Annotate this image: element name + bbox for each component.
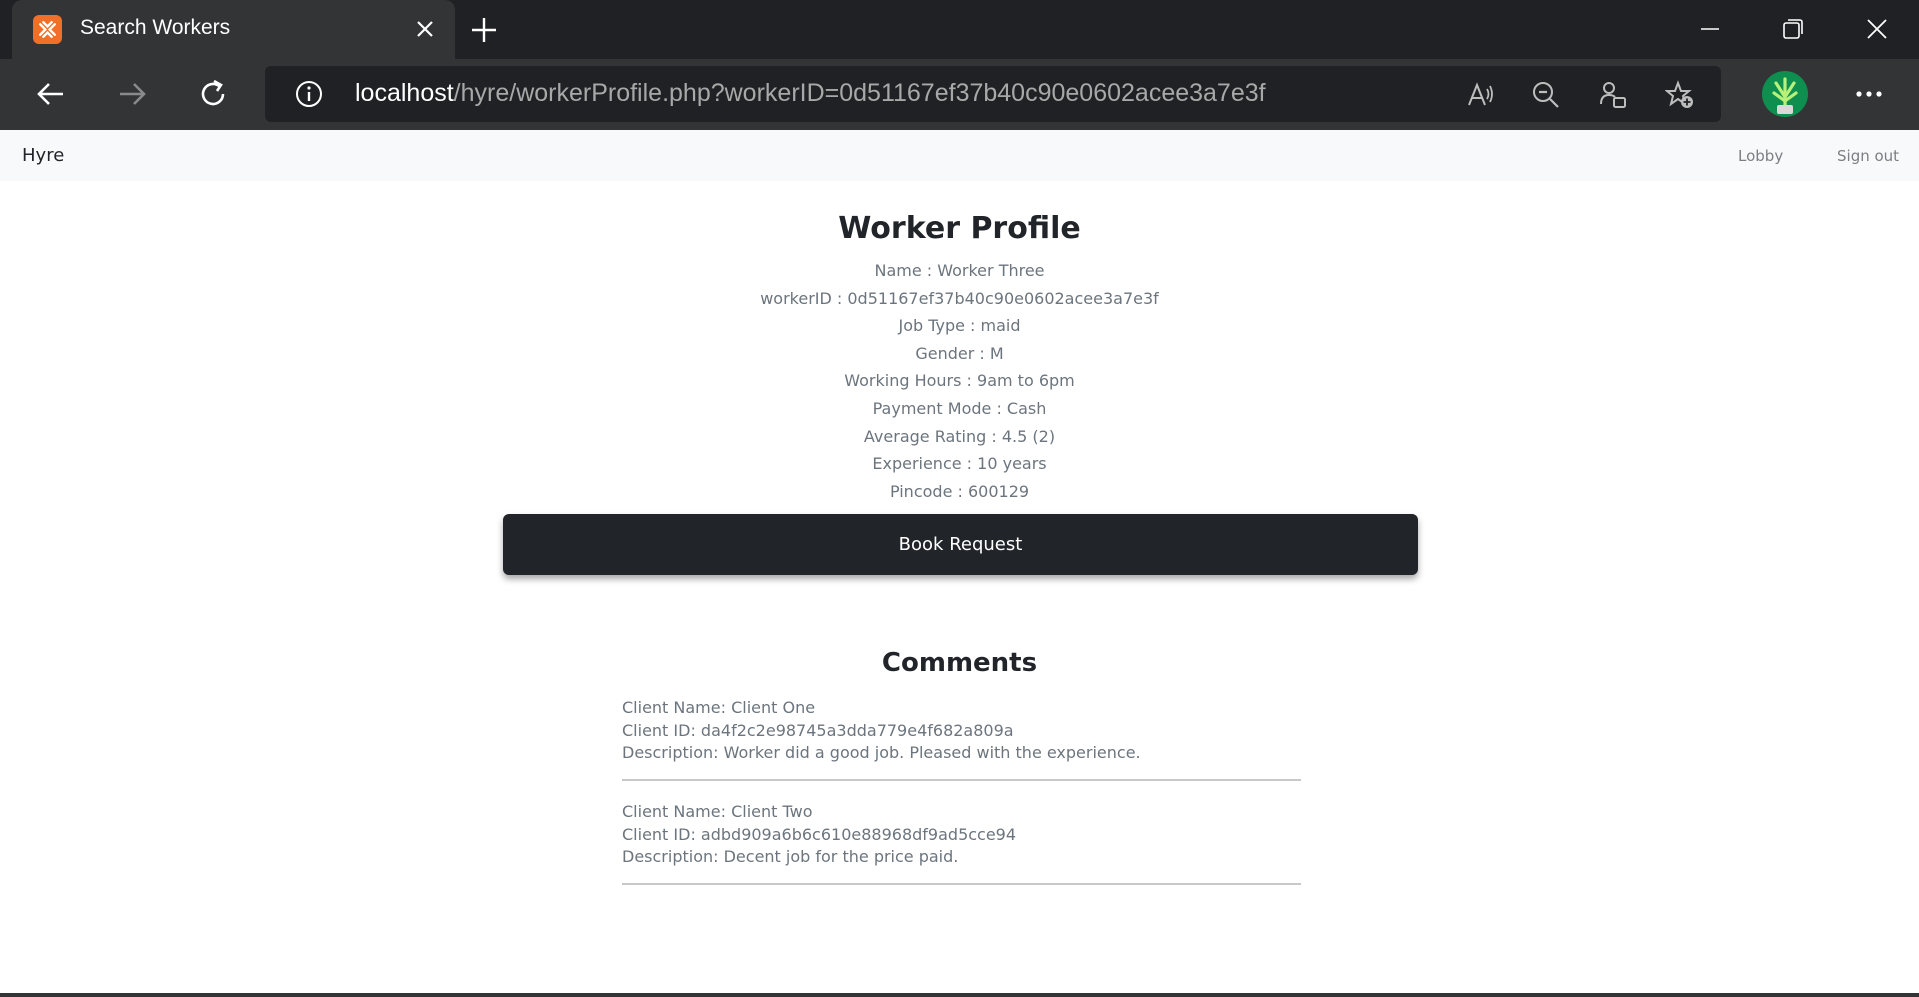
comment-client-id: Client ID: adbd909a6b6c610e88968df9ad5cc…: [622, 824, 1017, 844]
zoom-out-icon[interactable]: [1531, 80, 1561, 110]
field-gender: Gender : M: [915, 343, 1004, 363]
url-text[interactable]: localhost/hyre/workerProfile.php?workerI…: [355, 79, 1266, 108]
browser-tab-strip: Search Workers: [0, 0, 1919, 59]
comments-heading: Comments: [881, 648, 1038, 678]
add-favorite-icon[interactable]: [1665, 80, 1695, 110]
plant-avatar-icon: [1772, 77, 1798, 114]
url-path: /hyre/workerProfile.php?workerID=0d51167…: [453, 79, 1266, 107]
site-info-icon[interactable]: [295, 80, 323, 108]
page-bottom-edge: [0, 993, 1919, 997]
browser-toolbar: localhost/hyre/workerProfile.php?workerI…: [0, 59, 1919, 130]
forward-arrow-icon[interactable]: [114, 76, 150, 112]
back-arrow-icon[interactable]: [33, 76, 69, 112]
url-host: localhost: [355, 79, 454, 107]
field-pincode: Pincode : 600129: [889, 481, 1030, 501]
page-title: Worker Profile: [838, 211, 1081, 246]
close-tab-icon[interactable]: [412, 16, 438, 42]
field-name: Name : Worker Three: [874, 261, 1045, 280]
nav-link-sign-out[interactable]: Sign out: [1837, 147, 1899, 165]
field-experience: Experience : 10 years: [872, 454, 1047, 474]
comment-item: Client Name: Client One Client ID: da4f2…: [622, 697, 1301, 781]
restore-icon[interactable]: [1780, 16, 1806, 42]
comment-description: Description: Decent job for the price pa…: [622, 847, 959, 866]
field-payment-mode: Payment Mode : Cash: [872, 398, 1047, 418]
field-working-hours: Working Hours : 9am to 6pm: [844, 371, 1075, 391]
read-aloud-icon[interactable]: [1465, 80, 1495, 110]
brand-link[interactable]: Hyre: [22, 145, 64, 166]
collections-icon[interactable]: [1598, 80, 1628, 110]
xampp-favicon-icon: [33, 15, 62, 44]
browser-tab[interactable]: Search Workers: [12, 0, 455, 59]
profile-avatar[interactable]: [1762, 71, 1808, 117]
book-request-button[interactable]: Book Request: [503, 514, 1418, 575]
tab-title: Search Workers: [80, 16, 231, 39]
new-tab-icon[interactable]: [468, 14, 500, 46]
address-bar[interactable]: localhost/hyre/workerProfile.php?workerI…: [265, 66, 1721, 122]
comment-item: Client Name: Client Two Client ID: adbd9…: [622, 801, 1301, 885]
field-average-rating: Average Rating : 4.5 (2): [863, 426, 1056, 446]
site-navbar: Hyre Lobby Sign out: [0, 130, 1919, 181]
worker-profile-section: Worker Profile Name : Worker Three worke…: [0, 207, 1919, 505]
close-window-icon[interactable]: [1864, 16, 1890, 42]
comment-client-name: Client Name: Client Two: [622, 802, 813, 821]
minimize-icon[interactable]: [1697, 16, 1723, 42]
field-worker-id: workerID : 0d51167ef37b40c90e0602acee3a7…: [760, 288, 1159, 308]
comment-client-id: Client ID: da4f2c2e98745a3dda779e4f682a8…: [622, 720, 1014, 740]
refresh-icon[interactable]: [195, 76, 231, 112]
comment-client-name: Client Name: Client One: [622, 698, 816, 717]
field-job-type: Job Type : maid: [898, 316, 1021, 336]
nav-link-lobby[interactable]: Lobby: [1738, 147, 1783, 165]
more-options-icon[interactable]: [1852, 79, 1886, 109]
comment-description: Description: Worker did a good job. Plea…: [622, 743, 1141, 762]
